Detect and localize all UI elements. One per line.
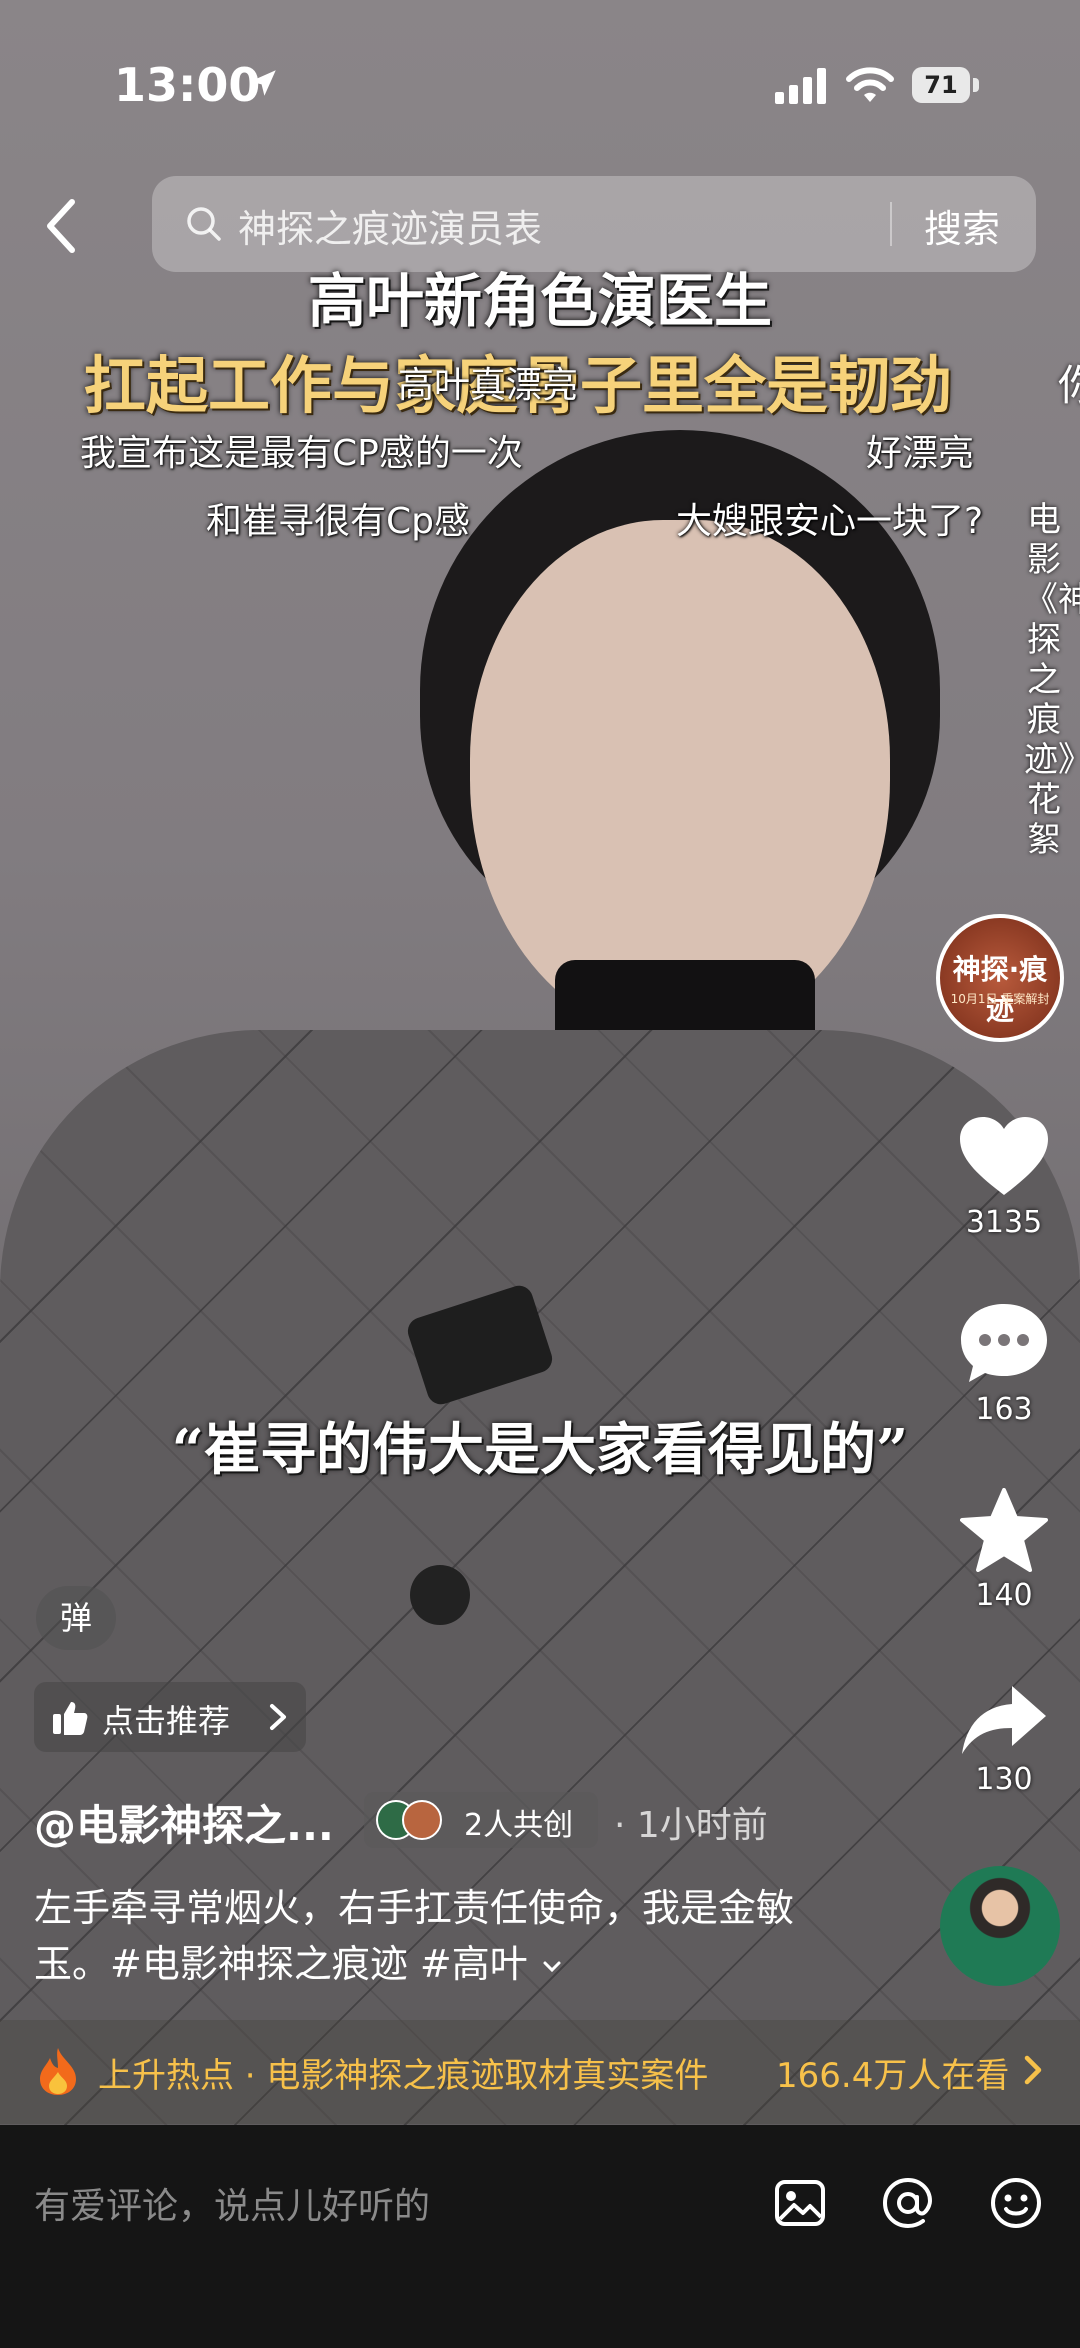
wifi-icon (846, 67, 894, 102)
poster-avatar[interactable]: 神探·痕迹 10月1日 重案解封 (936, 914, 1064, 1042)
favorite-count: 140 (975, 1578, 1033, 1613)
share-button[interactable]: 130 (944, 1684, 1064, 1797)
danmaku-comment: 我宣布这是最有CP感的一次 (80, 433, 523, 474)
battery-indicator: 71 (912, 67, 982, 103)
description-text: 左手牵寻常烟火，右手扛责任使命，我是金敏玉。#电影神探之痕迹 #高叶 (34, 1886, 795, 1986)
search-input[interactable]: 神探之痕迹演员表 (238, 198, 542, 253)
image-icon[interactable] (772, 2175, 828, 2231)
video-description[interactable]: 左手牵寻常烟火，右手扛责任使命，我是金敏玉。#电影神探之痕迹 #高叶 (34, 1880, 854, 1992)
cellular-signal-icon (775, 68, 826, 104)
chevron-right-icon (270, 1704, 286, 1730)
search-divider (890, 202, 892, 246)
poster-avatar-title: 神探·痕迹 (952, 953, 1048, 1026)
favorite-button[interactable]: 140 (944, 1488, 1064, 1613)
chevron-right-icon (1024, 2055, 1042, 2085)
comment-count: 163 (975, 1392, 1033, 1427)
search-icon (187, 207, 221, 241)
status-bar: 13:00 71 (0, 0, 1080, 170)
author-avatar[interactable] (940, 1866, 1060, 1986)
heart-icon (960, 1117, 1048, 1195)
video-subtitle: “崔寻的伟大是大家看得见的” (171, 1417, 909, 1483)
poster-avatar-date: 10月1日 重案解封 (950, 992, 1050, 1006)
danmaku-comment: 好漂亮 (866, 433, 975, 474)
comment-bar: 有爱评论，说点儿好听的 (0, 2125, 1080, 2348)
recommend-button[interactable]: 点击推荐 (34, 1682, 306, 1752)
like-button[interactable]: 3135 (944, 1115, 1064, 1240)
star-icon (960, 1488, 1048, 1572)
comment-button[interactable]: 163 (944, 1302, 1064, 1427)
comment-bubble-icon (961, 1304, 1047, 1382)
status-time: 13:00 (114, 58, 261, 112)
video-title-line-1: 高叶新角色演医生 (307, 267, 772, 335)
danmaku-comment: 和崔寻很有Cp感 (206, 501, 470, 542)
emoji-icon[interactable] (988, 2175, 1044, 2231)
share-count: 130 (975, 1762, 1033, 1797)
trending-bar[interactable]: 上升热点 · 电影神探之痕迹取材真实案件 166.4万人在看 (0, 2020, 1080, 2124)
danmaku-comment: 高叶真漂亮 (398, 365, 579, 406)
expand-chevron-icon[interactable] (540, 1955, 564, 1979)
trending-viewers: 166.4万人在看 (776, 2056, 1010, 2096)
thumbs-up-icon (53, 1702, 88, 1735)
share-arrow-icon (962, 1686, 1046, 1754)
co-creator-avatar (402, 1800, 442, 1840)
side-caption: 电影《神探之痕迹》花絮 (1024, 500, 1080, 860)
co-create-label: 2人共创 (464, 1808, 574, 1843)
like-count: 3135 (965, 1205, 1043, 1240)
danmaku-edge-char: 你 (1058, 361, 1080, 410)
flame-icon (40, 2048, 76, 2095)
recommend-label: 点击推荐 (102, 1702, 231, 1740)
search-button[interactable]: 搜索 (924, 198, 1000, 253)
danmaku-comment: 大嫂跟安心一块了? (676, 501, 984, 542)
battery-level: 71 (912, 67, 970, 103)
post-time: · 1小时前 (614, 1805, 768, 1846)
location-arrow-icon (250, 70, 276, 96)
author-name[interactable]: @电影神探之... (34, 1792, 334, 1853)
comment-input[interactable]: 有爱评论，说点儿好听的 (34, 2177, 430, 2229)
video-jacket-button (410, 1565, 470, 1625)
co-create-badge[interactable]: 2人共创 (364, 1792, 598, 1848)
trending-topic: 上升热点 · 电影神探之痕迹取材真实案件 (98, 2056, 709, 2096)
danmaku-toggle-button[interactable]: 弹 (36, 1586, 116, 1650)
back-button[interactable] (38, 196, 88, 256)
mention-at-icon[interactable] (880, 2175, 936, 2231)
